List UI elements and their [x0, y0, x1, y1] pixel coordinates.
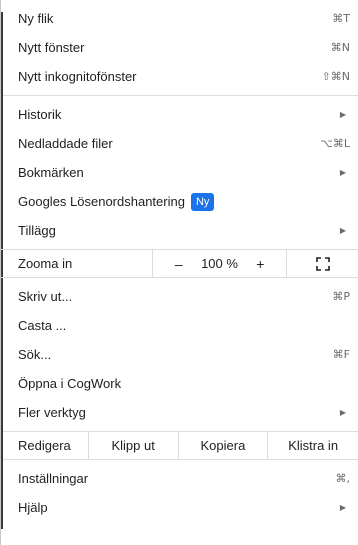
shortcut-label: ⌘N — [330, 41, 350, 54]
shortcut-label: ⌘F — [332, 348, 350, 361]
menu-item-new-incognito-window[interactable]: Nytt inkognitofönster ⇧⌘N — [1, 62, 358, 91]
menu-item-print[interactable]: Skriv ut... ⌘P — [1, 282, 358, 311]
fullscreen-button[interactable] — [287, 250, 358, 277]
menu-item-label: Bokmärken — [18, 165, 84, 180]
edit-row: Redigera Klipp ut Kopiera Klistra in — [1, 431, 358, 460]
zoom-in-button[interactable]: + — [251, 256, 269, 272]
copy-button[interactable]: Kopiera — [179, 432, 269, 459]
submenu-arrow-icon: ▶ — [339, 168, 346, 177]
menu-item-label: Nedladdade filer — [18, 136, 113, 151]
zoom-row: Zooma in – 100 % + — [1, 249, 358, 278]
menu-item-label: Tillägg — [18, 223, 56, 238]
new-badge: Ny — [190, 192, 215, 211]
cut-button[interactable]: Klipp ut — [89, 432, 179, 459]
paste-button[interactable]: Klistra in — [268, 432, 358, 459]
menu-item-history[interactable]: Historik ▶ — [1, 100, 358, 129]
menu-item-label: Inställningar — [18, 471, 89, 486]
menu-item-label: Nytt fönster — [18, 40, 85, 55]
menu-item-new-tab[interactable]: Ny flik ⌘T — [1, 4, 358, 33]
menu-item-more-tools[interactable]: Fler verktyg ▶ — [1, 398, 358, 427]
menu-item-bookmarks[interactable]: Bokmärken ▶ — [1, 158, 358, 187]
shortcut-label: ⌥⌘L — [320, 137, 350, 150]
shortcut-label: ⌘P — [332, 290, 350, 303]
shortcut-label: ⌘T — [332, 12, 350, 25]
menu-item-label: Skriv ut... — [18, 289, 73, 304]
submenu-arrow-icon: ▶ — [339, 503, 346, 512]
shortcut-label: ⌘, — [335, 472, 351, 485]
menu-item-downloads[interactable]: Nedladdade filer ⌥⌘L — [1, 129, 358, 158]
fullscreen-icon — [315, 256, 330, 271]
menu-item-extensions[interactable]: Tillägg ▶ — [1, 216, 358, 245]
menu-item-label: Googles Lösenordshantering — [18, 194, 185, 209]
menu-item-find[interactable]: Sök... ⌘F — [1, 340, 358, 369]
menu-item-label: Nytt inkognitofönster — [18, 69, 137, 84]
zoom-label: Zooma in — [1, 250, 153, 277]
menu-item-settings[interactable]: Inställningar ⌘, — [1, 464, 358, 493]
menu-item-cast[interactable]: Casta ... — [1, 311, 358, 340]
zoom-level-value: 100 % — [201, 256, 238, 271]
menu-item-label: Ny flik — [18, 11, 54, 26]
menu-item-label: Sök... — [18, 347, 52, 362]
menu-item-password-manager[interactable]: Googles Lösenordshantering Ny — [1, 187, 358, 216]
zoom-controls: – 100 % + — [153, 250, 287, 277]
submenu-arrow-icon: ▶ — [339, 226, 346, 235]
menu-item-open-in-app[interactable]: Öppna i CogWork — [1, 369, 358, 398]
menu-divider — [1, 95, 358, 96]
chrome-app-menu: Ny flik ⌘T Nytt fönster ⌘N Nytt inkognit… — [0, 0, 358, 545]
menu-item-help[interactable]: Hjälp ▶ — [1, 493, 358, 522]
menu-item-label: Öppna i CogWork — [18, 376, 122, 391]
menu-item-new-window[interactable]: Nytt fönster ⌘N — [1, 33, 358, 62]
edit-label: Redigera — [1, 432, 89, 459]
menu-item-label: Historik — [18, 107, 62, 122]
menu-item-label: Casta ... — [18, 318, 67, 333]
zoom-out-button[interactable]: – — [170, 256, 188, 272]
menu-item-label: Hjälp — [18, 500, 48, 515]
shortcut-label: ⇧⌘N — [321, 70, 350, 83]
menu-item-label: Fler verktyg — [18, 405, 86, 420]
submenu-arrow-icon: ▶ — [339, 110, 346, 119]
submenu-arrow-icon: ▶ — [339, 408, 346, 417]
